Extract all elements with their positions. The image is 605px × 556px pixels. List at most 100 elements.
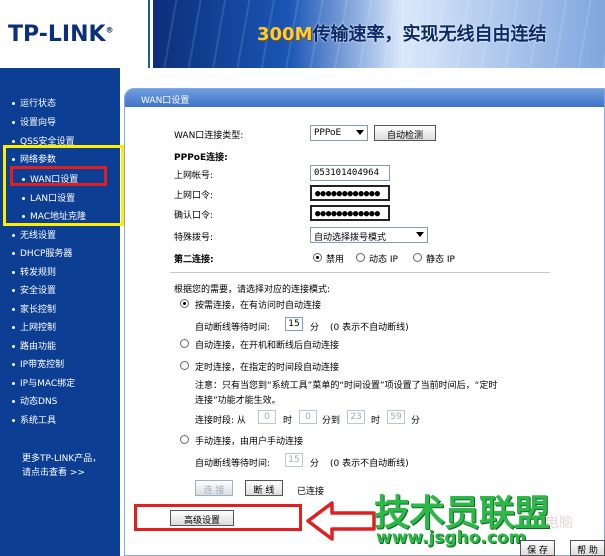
save-button[interactable]: 保 存 [520, 540, 555, 556]
mode-prompt: 根据您的需要，请选择对应的连接模式: [174, 285, 331, 295]
period-hour2-label: 时 [371, 416, 381, 426]
bullet-icon [12, 102, 15, 105]
bullet-icon [12, 419, 15, 422]
bullet-icon [12, 252, 15, 255]
second-connection-label: 第二连接: [174, 255, 214, 265]
period-minute2-label: 分 [411, 416, 421, 426]
banner-slogan-text: 传输速率，实现无线自由连结 [312, 24, 547, 45]
more-products-link[interactable]: 更多TP-LINK产品， 请点击查看 >> [22, 452, 101, 480]
connect-button[interactable]: 连 接 [195, 480, 233, 496]
mode-auto-label: 自动连接，在开机和断线后自动连接 [195, 341, 340, 351]
sidebar-menu: 运行状态 设置向导 QSS安全设置 网络参数 WAN口设置 LAN口设置 MAC… [0, 68, 120, 556]
idle2-time-unit: 分 [310, 459, 320, 469]
bullet-icon [12, 121, 15, 124]
banner-speed: 300M [257, 24, 313, 45]
mode-demand-label: 按需连接，在有访问时自动连接 [195, 301, 322, 311]
sidebar-item-status[interactable]: 运行状态 [12, 96, 56, 109]
bullet-icon [12, 271, 15, 274]
sidebar-item-bandwidth[interactable]: IP带宽控制 [12, 357, 64, 370]
special-dial-label: 特殊拨号: [174, 233, 214, 243]
second-conn-disabled-radio[interactable] [313, 253, 322, 262]
tp-link-logo: TP-LINK® [8, 22, 114, 47]
wan-type-value: PPPoE [314, 128, 342, 138]
sidebar-item-forwarding[interactable]: 转发规则 [12, 265, 56, 278]
second-conn-dynamic-label: 动态 IP [369, 255, 398, 265]
second-conn-static-radio[interactable] [413, 253, 422, 262]
watermark-faded-text: 电脑 [545, 515, 573, 531]
more-products-line1: 更多TP-LINK产品， [22, 454, 102, 464]
bullet-icon [12, 326, 15, 329]
bullet-icon [12, 345, 15, 348]
idle-time-input[interactable]: 15 [285, 317, 303, 331]
mode-auto-radio[interactable] [180, 339, 189, 348]
sidebar-item-ip-mac-binding[interactable]: IP与MAC绑定 [12, 376, 75, 389]
logo-area: TP-LINK® [0, 0, 150, 68]
sidebar-item-dhcp[interactable]: DHCP服务器 [12, 246, 72, 259]
bullet-icon [12, 308, 15, 311]
sidebar-item-wizard[interactable]: 设置向导 [12, 115, 56, 128]
banner-slogan: 300M传输速率，实现无线自由连结 [257, 20, 547, 46]
logo-registered-mark: ® [105, 25, 114, 35]
period-label: 连接时段: 从 [195, 416, 246, 426]
sidebar-item-label: 路由功能 [20, 342, 57, 352]
chevron-down-icon [356, 130, 364, 135]
idle-time-label: 自动断线等待时间: [195, 323, 271, 333]
sidebar-item-label: 无线设置 [20, 231, 57, 241]
wan-item-highlight [10, 166, 107, 186]
more-products-line2: 请点击查看 >> [22, 468, 85, 478]
sidebar-item-label: IP带宽控制 [20, 360, 65, 370]
bullet-icon [12, 140, 15, 143]
help-button[interactable]: 帮 助 [570, 540, 605, 556]
special-dial-select[interactable]: 自动选择拨号模式 [310, 227, 428, 243]
bullet-icon [12, 382, 15, 385]
sidebar-item-ddns[interactable]: 动态DNS [12, 394, 57, 407]
logo-text: TP-LINK [8, 22, 106, 47]
idle2-time-hint: (0 表示不自动断线) [330, 459, 409, 469]
second-conn-dynamic-radio[interactable] [356, 253, 365, 262]
confirm-password-input[interactable]: ●●●●●●●●●●●● [310, 205, 390, 221]
sidebar-item-parental[interactable]: 家长控制 [12, 302, 56, 315]
period-from-hour-input[interactable]: 0 [258, 410, 276, 424]
timed-note-line2: 连接”功能才能生效。 [195, 396, 281, 406]
idle2-time-input[interactable]: 15 [285, 453, 303, 467]
connection-status: 已连接 [297, 487, 325, 497]
confirm-password-label: 确认口令: [174, 211, 214, 221]
auto-detect-button[interactable]: 自动检测 [374, 125, 436, 141]
disconnect-button[interactable]: 断 线 [245, 480, 283, 496]
panel-title: WAN口设置 [125, 89, 604, 107]
bullet-icon [12, 400, 15, 403]
sidebar-item-label: 系统工具 [20, 416, 57, 426]
password-input[interactable]: ●●●●●●●●●●●● [310, 185, 390, 201]
sidebar-item-label: 转发规则 [20, 268, 57, 278]
second-conn-disabled-label: 禁用 [326, 255, 345, 265]
account-input[interactable]: 053101404964 [310, 165, 390, 181]
sidebar-item-security[interactable]: 安全设置 [12, 283, 56, 296]
idle-time-unit: 分 [310, 323, 320, 333]
watermark-url: www.jsgho.com [376, 528, 527, 548]
left-pointer-arrow-icon [306, 501, 376, 541]
period-to-hour-input[interactable]: 23 [347, 410, 365, 424]
sidebar-item-label: 安全设置 [20, 286, 57, 296]
sidebar-item-label: 动态DNS [20, 397, 58, 407]
sidebar-item-wireless[interactable]: 无线设置 [12, 228, 56, 241]
period-to-minute-input[interactable]: 59 [387, 410, 405, 424]
mode-demand-radio[interactable] [180, 299, 189, 308]
period-from-minute-input[interactable]: 0 [299, 410, 317, 424]
sidebar-item-access-control[interactable]: 上网控制 [12, 320, 56, 333]
mode-timed-radio[interactable] [180, 361, 189, 370]
sidebar-item-label: 家长控制 [20, 305, 57, 315]
idle2-time-label: 自动断线等待时间: [195, 459, 271, 469]
sidebar-item-label: 上网控制 [20, 323, 57, 333]
divider [170, 272, 550, 273]
sidebar-item-label: 运行状态 [20, 99, 57, 109]
password-label: 上网口令: [174, 191, 214, 201]
mode-manual-label: 手动连接，由用户手动连接 [195, 437, 304, 447]
mode-manual-radio[interactable] [180, 435, 189, 444]
mode-timed-label: 定时连接，在指定的时间段自动连接 [195, 363, 340, 373]
chevron-down-icon [416, 232, 424, 237]
period-hour-label: 时 [283, 416, 293, 426]
wan-type-label: WAN口连接类型: [174, 131, 244, 141]
sidebar-item-system-tools[interactable]: 系统工具 [12, 413, 56, 426]
sidebar-item-routing[interactable]: 路由功能 [12, 339, 56, 352]
wan-type-select[interactable]: PPPoE [310, 125, 368, 141]
